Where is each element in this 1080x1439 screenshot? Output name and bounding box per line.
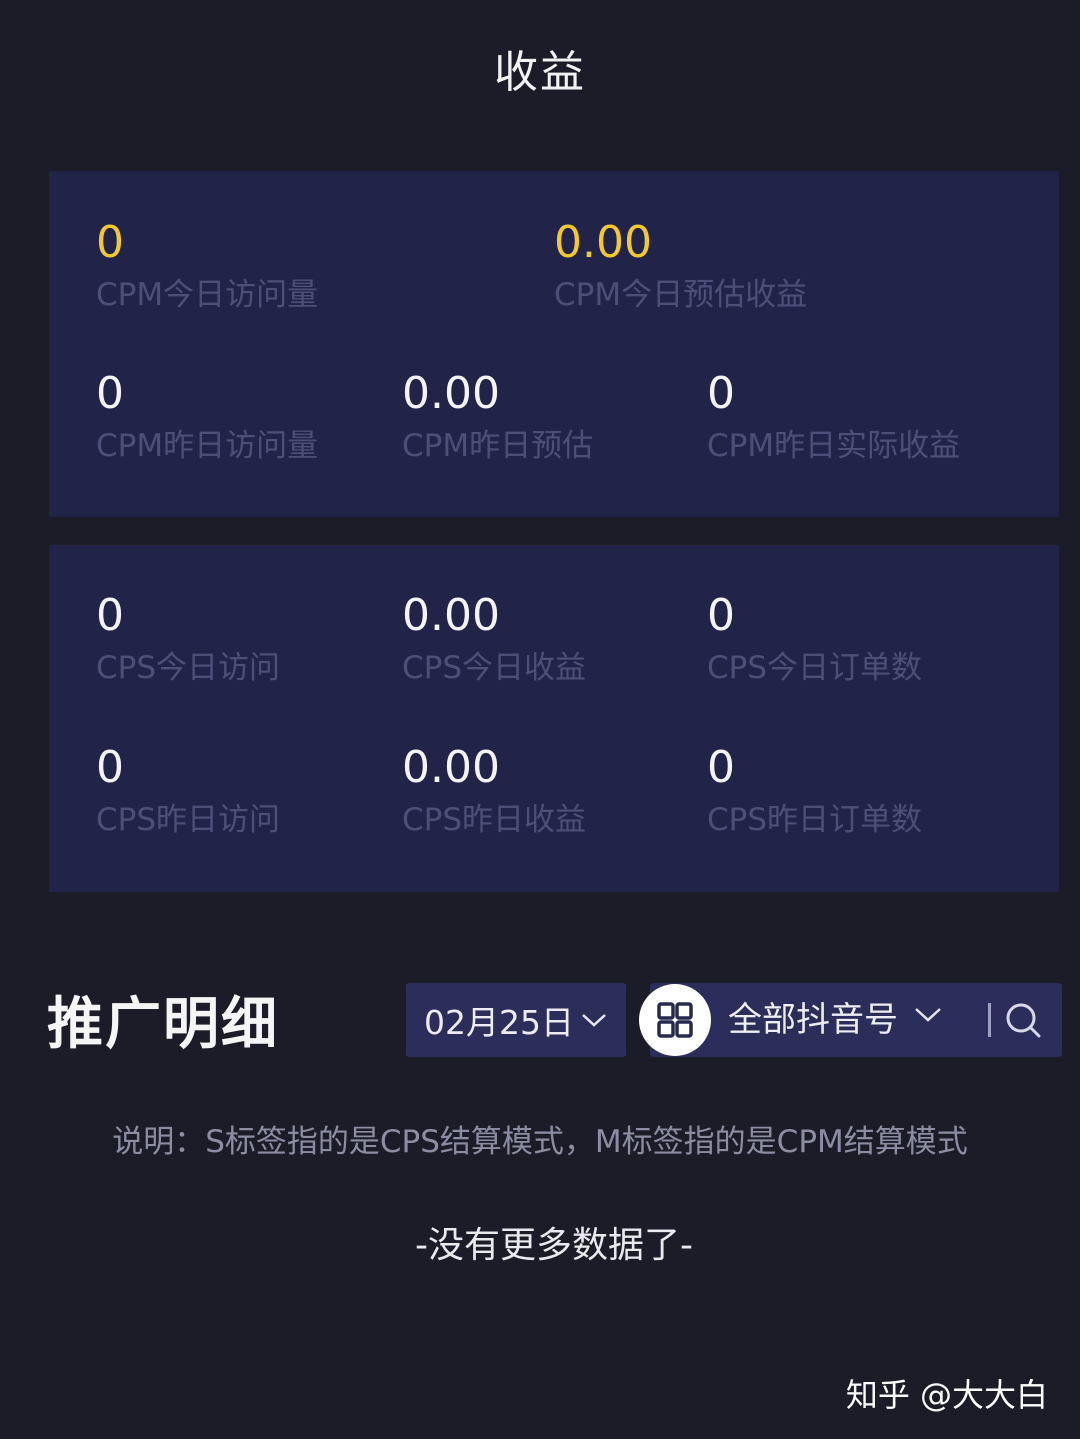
cps-yesterday-revenue: 0.00 CPS昨日收益 [402, 742, 586, 840]
watermark: 知乎 @大大白 [845, 1376, 1048, 1414]
cpm-yesterday-visits: 0 CPM昨日访问量 [96, 368, 318, 466]
stat-label: CPS昨日访问 [96, 802, 281, 838]
stat-label: CPM今日预估收益 [554, 277, 808, 313]
cpm-yesterday-estimated: 0.00 CPM昨日预估 [402, 368, 593, 466]
stat-label: CPM昨日预估 [402, 428, 594, 464]
stat-value: 0 [96, 217, 124, 268]
date-select[interactable]: 02月25日 [406, 983, 626, 1057]
stat-label: CPS昨日收益 [402, 802, 587, 838]
settlement-note: 说明：S标签指的是CPS结算模式，M标签指的是CPM结算模式 [112, 1124, 968, 1160]
stat-label: CPS今日订单数 [707, 650, 923, 686]
stat-label: CPS今日访问 [96, 650, 281, 686]
chevron-down-icon [912, 1004, 944, 1026]
cpm-today-visits: 0 CPM今日访问量 [96, 217, 318, 315]
search-icon[interactable] [1003, 1000, 1043, 1040]
stat-label: CPS今日收益 [402, 650, 587, 686]
stat-value: 0.00 [402, 590, 500, 641]
stat-value: 0 [707, 368, 735, 419]
stat-value: 0.00 [554, 217, 652, 268]
cpm-today-estimated: 0.00 CPM今日预估收益 [554, 217, 807, 315]
stat-label: CPS昨日订单数 [707, 802, 923, 838]
stat-value: 0 [96, 368, 124, 419]
section-title: 推广明细 [47, 992, 279, 1057]
no-more-data-text: -没有更多数据了- [415, 1225, 693, 1266]
stat-label: CPM昨日访问量 [96, 428, 319, 464]
cpm-stats-card: 0 CPM今日访问量 0.00 CPM今日预估收益 0 CPM昨日访问量 0.0… [49, 171, 1059, 517]
cps-today-visits: 0 CPS今日访问 [96, 590, 280, 688]
stat-value: 0 [707, 742, 735, 793]
stat-value: 0 [96, 590, 124, 641]
stat-label: CPM今日访问量 [96, 277, 319, 313]
stat-value: 0.00 [402, 742, 500, 793]
cps-yesterday-orders: 0 CPS昨日订单数 [707, 742, 922, 840]
stat-value: 0.00 [402, 368, 500, 419]
divider [988, 1003, 991, 1037]
account-select-label: 全部抖音号 [728, 1000, 898, 1040]
stat-value: 0 [96, 742, 124, 793]
grid-icon[interactable] [639, 984, 711, 1056]
cps-stats-card: 0 CPS今日访问 0.00 CPS今日收益 0 CPS今日订单数 0 CPS昨… [49, 545, 1059, 892]
cps-yesterday-visits: 0 CPS昨日访问 [96, 742, 280, 840]
cps-today-revenue: 0.00 CPS今日收益 [402, 590, 586, 688]
cps-today-orders: 0 CPS今日订单数 [707, 590, 922, 688]
cpm-yesterday-actual: 0 CPM昨日实际收益 [707, 368, 960, 466]
date-select-label: 02月25日 [424, 1003, 574, 1042]
chevron-down-icon [580, 1011, 608, 1029]
stat-label: CPM昨日实际收益 [707, 428, 961, 464]
stat-value: 0 [707, 590, 735, 641]
page-title: 收益 [494, 47, 586, 98]
